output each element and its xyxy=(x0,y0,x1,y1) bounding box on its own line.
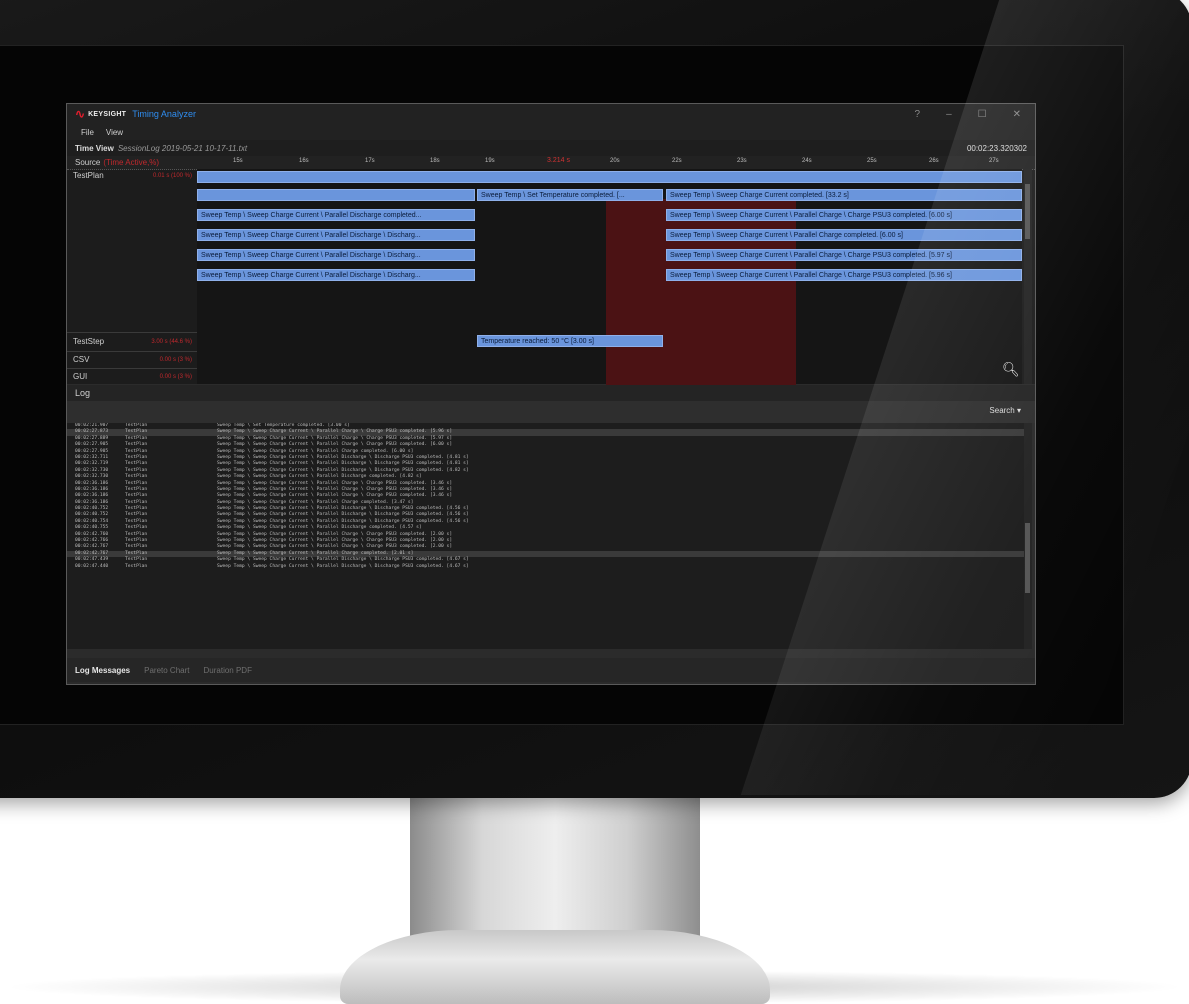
row-value-csv: 0.00 s (3 %) xyxy=(159,357,192,363)
log-section-title: Log xyxy=(67,385,1035,401)
timeline-bar[interactable]: Sweep Temp \ Sweep Charge Current \ Para… xyxy=(197,269,475,281)
axis-tick: 18s xyxy=(430,158,440,164)
axis-tick: 22s xyxy=(672,158,682,164)
tab-log-messages[interactable]: Log Messages xyxy=(75,666,130,675)
row-label-csv: CSV xyxy=(73,355,90,364)
row-value-teststep: 3.00 s (44.6 %) xyxy=(151,339,192,345)
cursor-readout: 3.214 s xyxy=(547,157,570,164)
session-file-name: SessionLog 2019-05-21 10-17-11.txt xyxy=(117,143,248,153)
axis-tick: 20s xyxy=(610,158,620,164)
source-header: Source (Time Active,%) xyxy=(75,158,160,167)
row-label-teststep: TestStep xyxy=(73,337,105,346)
timeline-bar[interactable]: Sweep Temp \ Set Temperature completed. … xyxy=(477,189,663,201)
close-icon[interactable]: ✕ xyxy=(1013,109,1021,120)
timeline-bar[interactable]: Sweep Temp \ Sweep Charge Current \ Para… xyxy=(666,209,1022,221)
log-timestamp: 00:02:47.440 xyxy=(75,563,109,569)
tab-pareto-chart[interactable]: Pareto Chart xyxy=(144,666,189,675)
menu-view[interactable]: View xyxy=(106,128,123,137)
monitor-stand-base xyxy=(340,930,770,1004)
timeline-bar[interactable] xyxy=(197,189,475,201)
menu-bar: File View xyxy=(67,124,1035,140)
log-message: Sweep Temp \ Sweep Charge Current \ Para… xyxy=(217,563,469,569)
bottom-tabs: Log Messages Pareto Chart Duration PDF xyxy=(67,658,1035,682)
timeline-bar[interactable]: Sweep Temp \ Sweep Charge Current \ Para… xyxy=(197,229,475,241)
time-view-label: Time View xyxy=(75,143,114,153)
scrollbar-thumb[interactable] xyxy=(1025,523,1030,593)
timeline-bar[interactable]: Sweep Temp \ Sweep Charge Current \ Para… xyxy=(666,249,1022,261)
log-row[interactable]: 00:02:47.440 TestPlan Sweep Temp \ Sweep C… xyxy=(67,564,1024,570)
log-messages-list[interactable]: 00:02:21.907 TestPlan Sweep Temp \ Set Tem… xyxy=(67,423,1024,649)
total-time: 00:02:23.320302 xyxy=(966,143,1027,153)
row-label-gui: GUI xyxy=(73,372,88,381)
help-icon[interactable]: ? xyxy=(915,109,921,120)
time-axis: Source (Time Active,%) 15s 16s 17s 18s 19… xyxy=(67,156,1035,170)
scrollbar-thumb[interactable] xyxy=(1025,184,1030,239)
row-value-gui: 0.00 s (3 %) xyxy=(159,374,192,380)
timeline-bar[interactable]: Sweep Temp \ Sweep Charge Current \ Para… xyxy=(197,209,475,221)
monitor-stand-neck xyxy=(410,796,700,946)
axis-tick: 23s xyxy=(737,158,747,164)
row-label-testplan: TestPlan xyxy=(73,171,104,180)
search-button[interactable]: Search ▾ xyxy=(989,406,1021,415)
axis-tick: 25s xyxy=(867,158,877,164)
track-area[interactable]: Sweep Temp \ Set Temperature completed. … xyxy=(197,169,1022,399)
axis-tick: 16s xyxy=(299,158,309,164)
maximize-icon[interactable]: ☐ xyxy=(978,109,987,120)
menu-file[interactable]: File xyxy=(81,128,94,137)
row-value-testplan: 0.01 s (100 %) xyxy=(152,173,192,179)
log-scrollbar[interactable] xyxy=(1024,423,1032,649)
axis-tick: 26s xyxy=(929,158,939,164)
log-toolbar: Search ▾ xyxy=(67,401,1035,423)
keysight-logo: ∿ KEYSIGHT xyxy=(75,107,126,121)
axis-tick: 19s xyxy=(485,158,495,164)
zoom-search-icon[interactable]: 🔍︎ xyxy=(1002,361,1020,378)
keysight-wave-icon: ∿ xyxy=(75,107,86,121)
axis-tick: 27s xyxy=(989,158,999,164)
axis-tick: 17s xyxy=(365,158,375,164)
timing-analyzer-window: ∿ KEYSIGHT Timing Analyzer ? – ☐ ✕ File … xyxy=(66,103,1036,685)
axis-tick: 15s xyxy=(233,158,243,164)
log-source: TestPlan xyxy=(125,563,148,569)
timeline-bar[interactable]: Sweep Temp \ Sweep Charge Current \ Para… xyxy=(666,269,1022,281)
tab-duration-pdf[interactable]: Duration PDF xyxy=(204,666,252,675)
window-controls: ? – ☐ ✕ xyxy=(915,109,1035,120)
title-bar: ∿ KEYSIGHT Timing Analyzer ? – ☐ ✕ xyxy=(67,104,1035,124)
timeline-bar-teststep[interactable]: Temperature reached: 50 °C [3.00 s] xyxy=(477,335,663,347)
brand-text: KEYSIGHT xyxy=(88,110,127,118)
timeline-bar[interactable]: Sweep Temp \ Sweep Charge Current \ Para… xyxy=(666,229,1022,241)
timeline-scrollbar[interactable] xyxy=(1024,169,1032,384)
minimize-icon[interactable]: – xyxy=(946,109,952,120)
time-view-header: Time View SessionLog 2019-05-21 10-17-11… xyxy=(67,140,1035,156)
app-title: Timing Analyzer xyxy=(132,109,196,119)
timeline-panel[interactable]: Source (Time Active,%) 15s 16s 17s 18s 19… xyxy=(67,156,1035,399)
timeline-bar[interactable]: Sweep Temp \ Sweep Charge Current comple… xyxy=(666,189,1022,201)
axis-tick: 24s xyxy=(802,158,812,164)
timeline-bar[interactable]: Sweep Temp \ Sweep Charge Current \ Para… xyxy=(197,249,475,261)
timeline-bar-testplan[interactable] xyxy=(197,171,1022,183)
